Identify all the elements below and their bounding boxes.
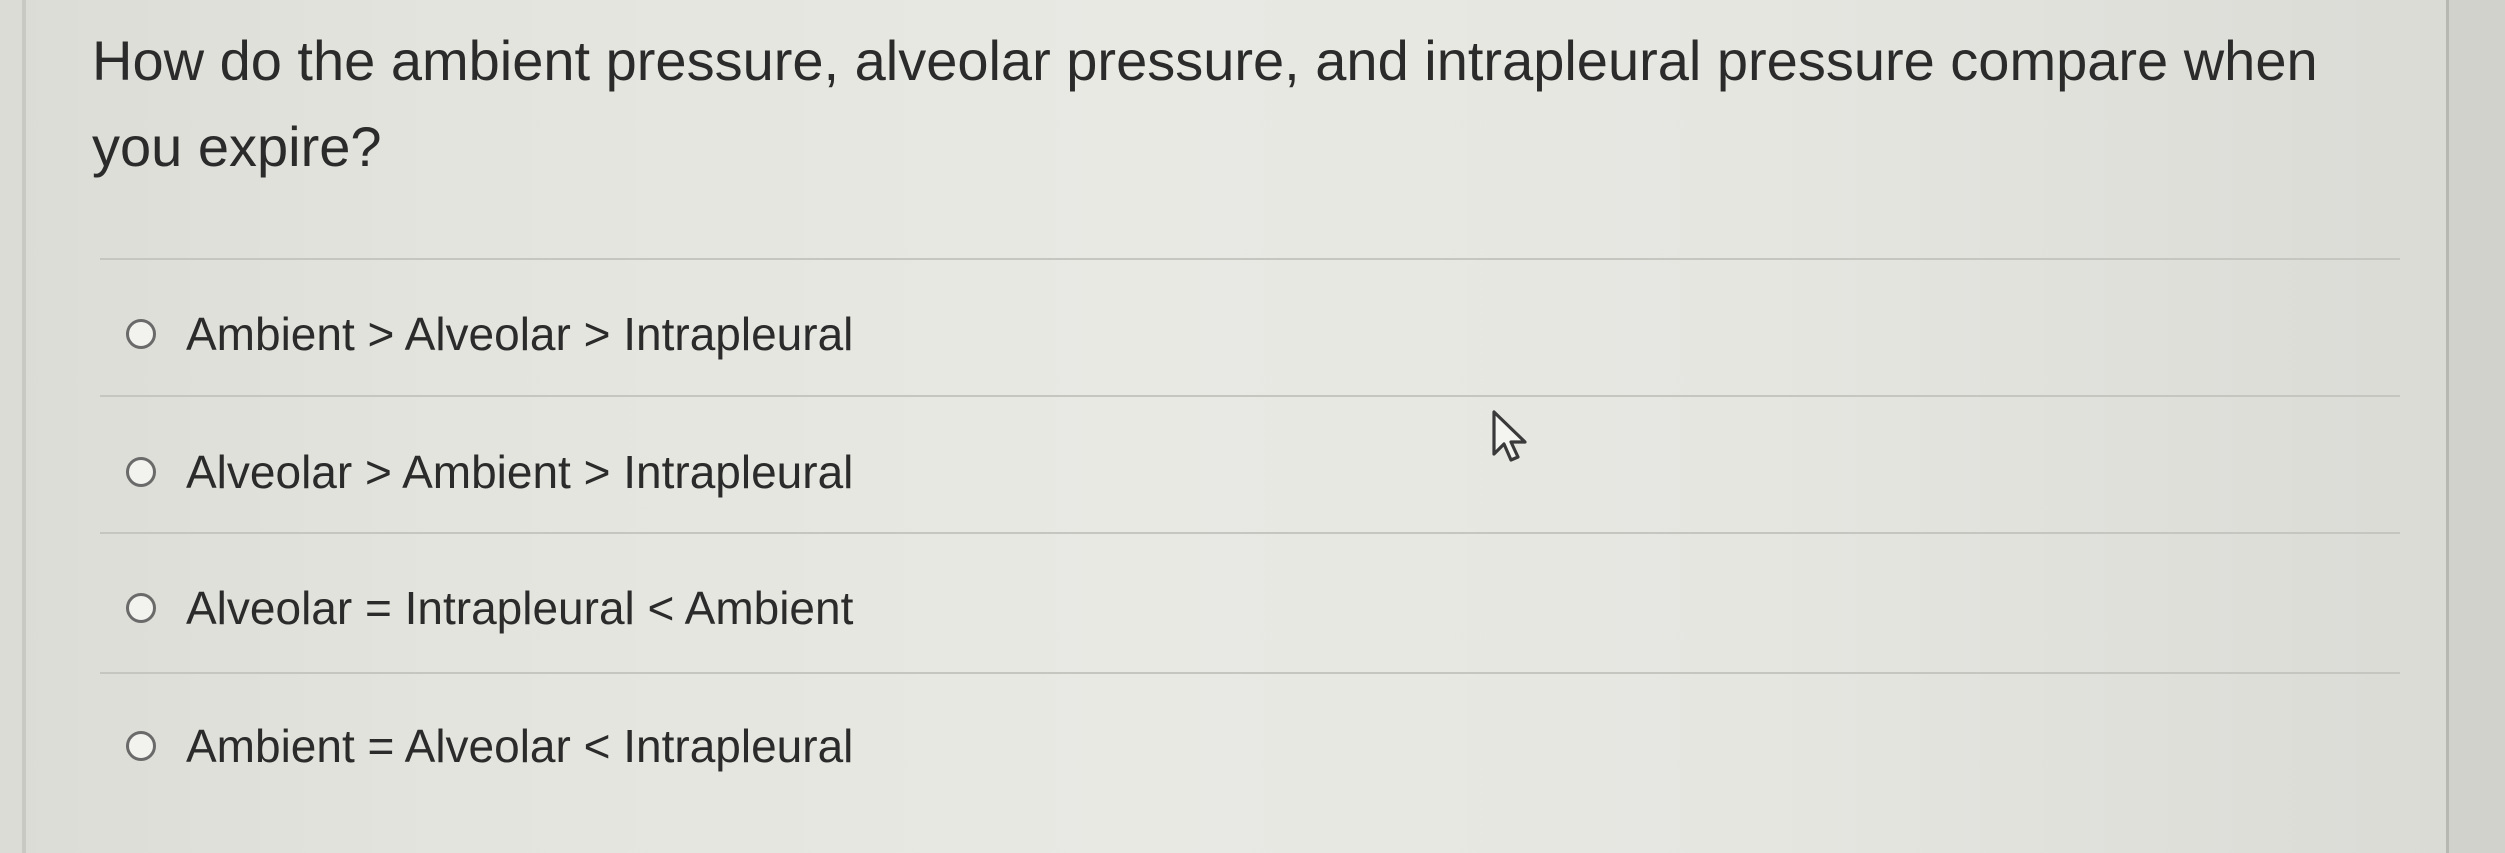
answer-option-label[interactable]: Alveolar = Intrapleural < Ambient [186,581,853,635]
divider [100,258,2400,260]
answer-option-2[interactable]: Alveolar > Ambient > Intrapleural [126,442,853,502]
scroll-gutter [2449,0,2505,853]
answer-option-label[interactable]: Ambient > Alveolar > Intrapleural [186,307,853,361]
radio-button[interactable] [126,731,156,761]
question-text: How do the ambient pressure, alveolar pr… [92,29,2318,178]
divider [100,395,2400,397]
answer-option-label[interactable]: Alveolar > Ambient > Intrapleural [186,445,853,499]
page-left-border [22,0,26,853]
radio-button[interactable] [126,593,156,623]
answer-option-label[interactable]: Ambient = Alveolar < Intrapleural [186,719,853,773]
mouse-pointer-icon [1492,410,1527,462]
answer-option-3[interactable]: Alveolar = Intrapleural < Ambient [126,578,853,638]
answer-option-1[interactable]: Ambient > Alveolar > Intrapleural [126,304,853,364]
radio-button[interactable] [126,457,156,487]
divider [100,672,2400,674]
radio-button[interactable] [126,319,156,349]
answer-option-4[interactable]: Ambient = Alveolar < Intrapleural [126,716,853,776]
divider [100,532,2400,534]
